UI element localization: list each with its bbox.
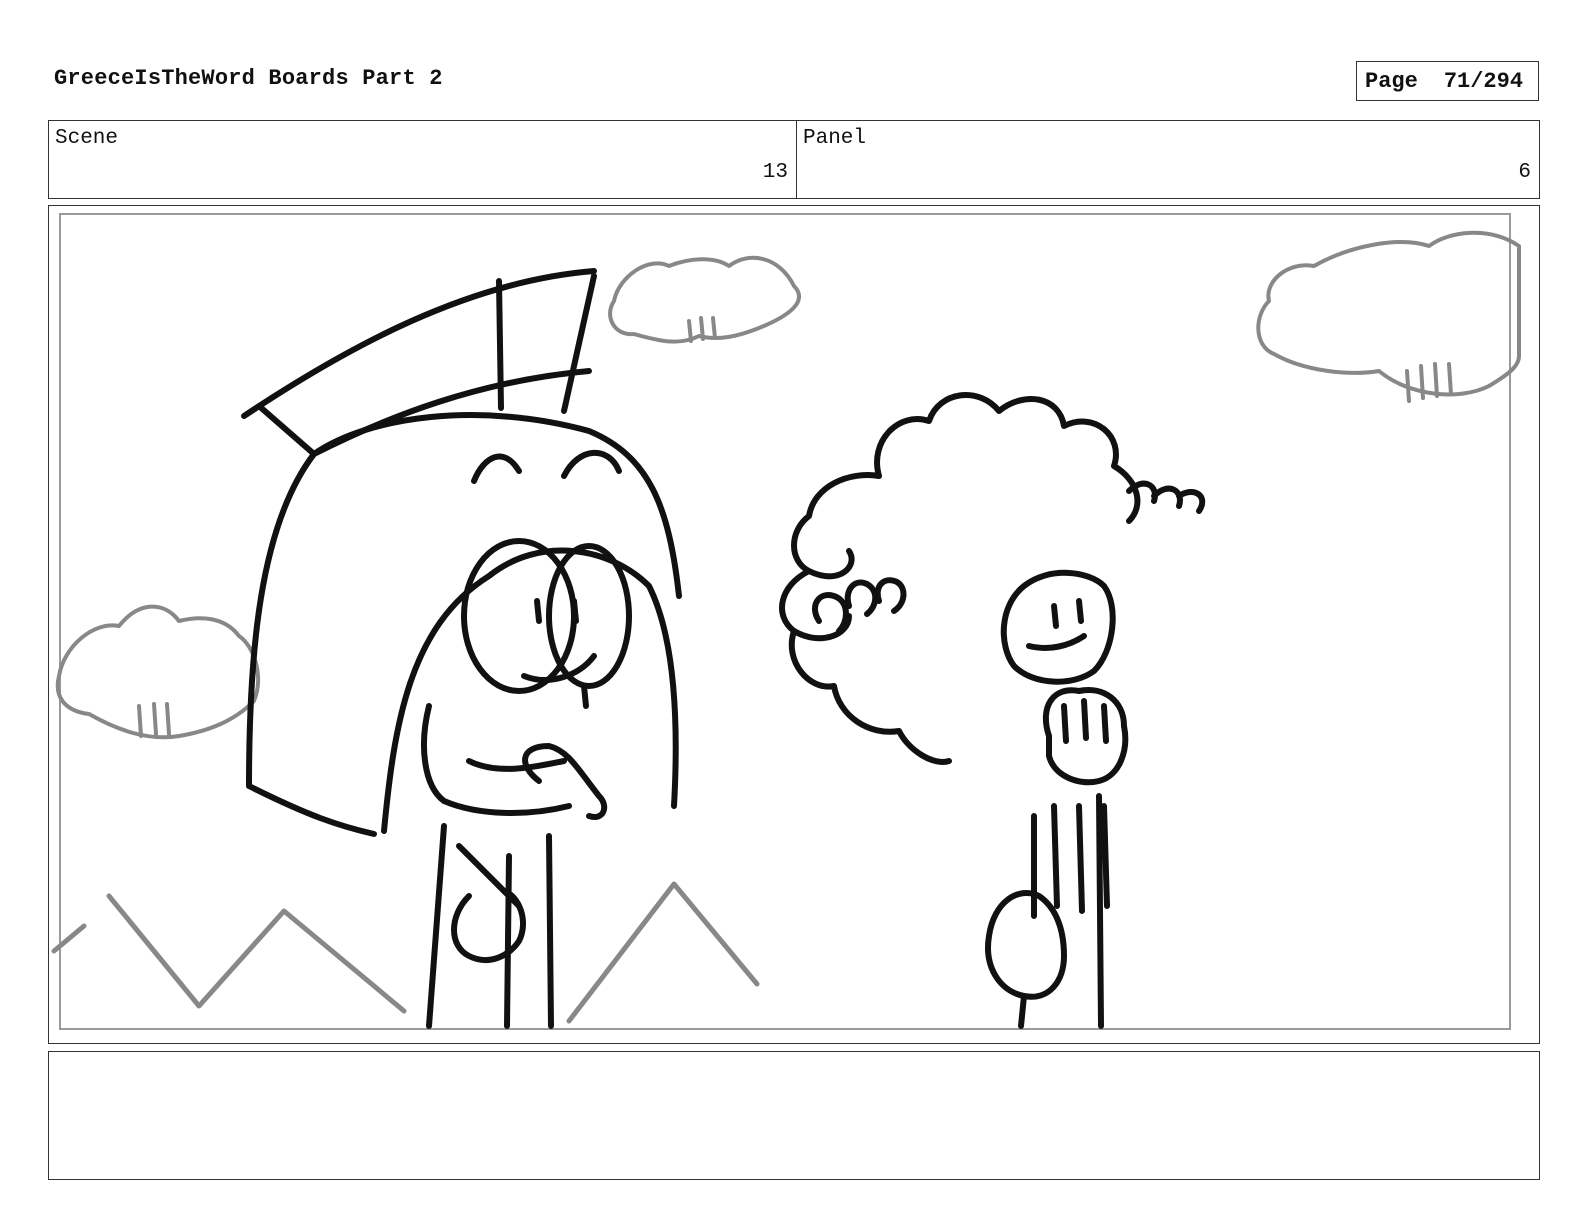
background-mountains — [51, 881, 760, 1024]
body-lines — [426, 823, 554, 1029]
background-clouds — [55, 230, 1521, 740]
satchel — [985, 889, 1067, 1029]
storyboard-frame — [48, 205, 1540, 1044]
scene-panel-info: Scene 13 Panel 6 — [48, 120, 1540, 199]
scene-label: Scene — [55, 127, 119, 150]
page-indicator: Page 71/294 — [1356, 61, 1539, 101]
scene-value: 13 — [762, 161, 788, 184]
cloud-top-right — [1256, 230, 1521, 397]
notes-box — [48, 1051, 1540, 1180]
page-label: Page — [1365, 68, 1418, 94]
cloud-top-center — [608, 255, 802, 344]
page-number: 71/294 — [1443, 68, 1524, 94]
board-title: GreeceIsTheWord Boards Part 2 — [54, 66, 443, 91]
pupils — [534, 598, 579, 624]
left-eye — [461, 538, 577, 694]
cloud-left-marks — [137, 702, 171, 738]
panel-label: Panel — [803, 127, 867, 150]
panel-cell: Panel 6 — [797, 121, 1539, 198]
hair-curls — [812, 577, 907, 634]
curly-hair-character — [779, 392, 1206, 1029]
storyboard-sketch — [51, 213, 1521, 1030]
helmet-crest — [241, 268, 597, 457]
mouth — [1026, 633, 1087, 651]
helmet-ear-tufts — [471, 449, 622, 484]
helmet-character — [241, 268, 682, 1029]
clasped-hands — [1042, 687, 1129, 786]
face-outline — [421, 703, 572, 816]
eyes — [1051, 598, 1084, 629]
cloud-left — [55, 604, 260, 740]
panel-value: 6 — [1518, 161, 1531, 184]
scene-cell: Scene 13 — [49, 121, 797, 198]
